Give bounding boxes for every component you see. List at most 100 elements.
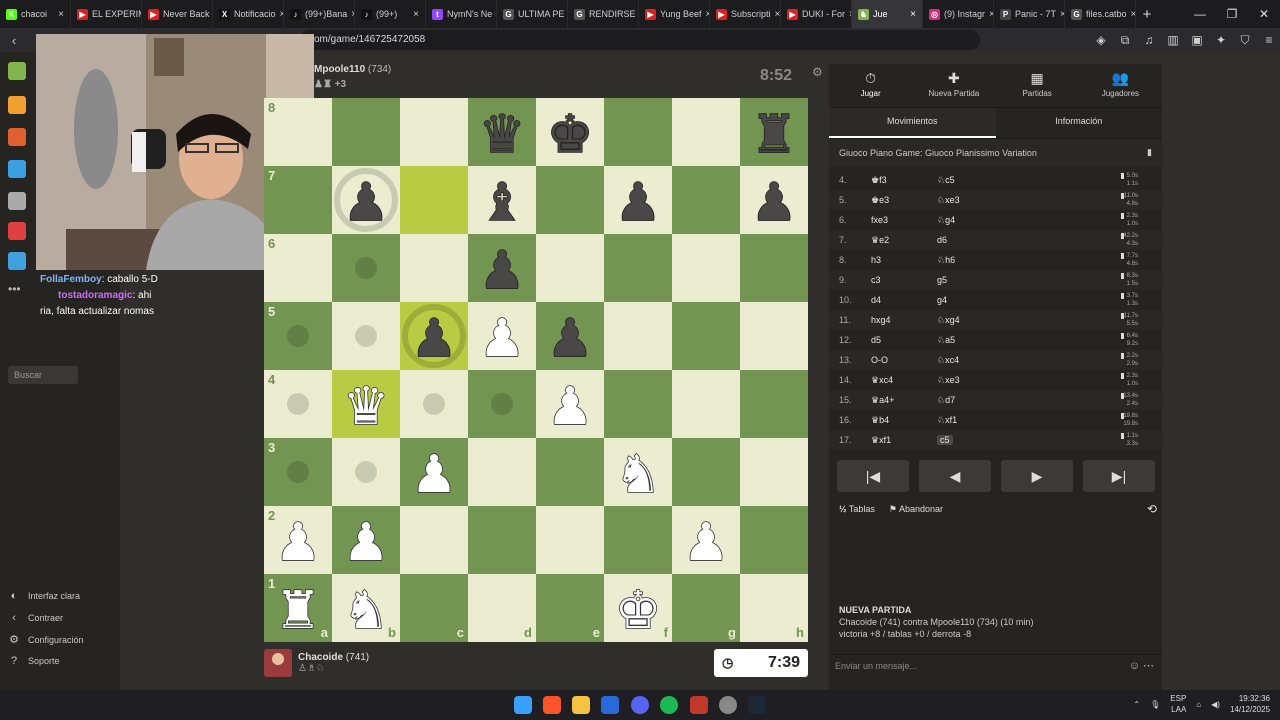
board-square-d6[interactable]: ♟ xyxy=(468,234,536,302)
browser-tab[interactable]: ♞ Jue × xyxy=(852,0,923,28)
board-square-f2[interactable] xyxy=(604,506,672,574)
black-pawn-piece[interactable]: ♟ xyxy=(540,306,600,366)
white-move[interactable]: h3 xyxy=(871,255,881,265)
board-square-a3[interactable]: 3 xyxy=(264,438,332,506)
board-square-a7[interactable]: 7 xyxy=(264,166,332,234)
close-tab-icon[interactable]: × xyxy=(413,9,419,20)
close-tab-icon[interactable]: × xyxy=(910,9,916,20)
url-field[interactable]: om/game/146725472058 xyxy=(300,30,980,50)
opponent-name[interactable]: Mpoole110 xyxy=(314,64,365,75)
board-square-e5[interactable]: ♟ xyxy=(536,302,604,370)
board-square-d4[interactable] xyxy=(468,370,536,438)
avatar[interactable] xyxy=(264,649,292,677)
white-move[interactable]: ♛xf1 xyxy=(871,435,891,446)
black-move[interactable]: g4 xyxy=(937,295,947,305)
board-square-f1[interactable]: f ♚ xyxy=(604,574,672,642)
black-move[interactable]: ♘d7 xyxy=(937,395,955,406)
black-queen-piece[interactable]: ♛ xyxy=(472,102,532,162)
board-square-h7[interactable]: ♟ xyxy=(740,166,808,234)
network-icon[interactable]: ⌂ xyxy=(1196,700,1201,709)
panel-tab-3[interactable]: 👥 Jugadores xyxy=(1079,64,1162,107)
black-king-piece[interactable]: ♚ xyxy=(540,102,600,162)
board-square-c8[interactable] xyxy=(400,98,468,166)
board-square-e7[interactable] xyxy=(536,166,604,234)
board-square-e3[interactable] xyxy=(536,438,604,506)
emoji-icon[interactable]: ☺ ⋯ xyxy=(1129,655,1154,677)
steam-icon[interactable] xyxy=(748,696,766,714)
new-tab-button[interactable]: + xyxy=(1136,6,1158,23)
nav-light-ui[interactable]: ◐ Interfaz clara xyxy=(8,590,80,602)
close-window-icon[interactable]: ✕ xyxy=(1248,0,1280,28)
extensions-icon[interactable]: ⧉ xyxy=(1118,33,1132,48)
board-square-c7[interactable] xyxy=(400,166,468,234)
white-knight-piece[interactable]: ♞ xyxy=(608,442,668,502)
board-square-b3[interactable] xyxy=(332,438,400,506)
nav-collapse[interactable]: ‹ Contraer xyxy=(8,612,63,624)
board-square-b5[interactable] xyxy=(332,302,400,370)
black-move[interactable]: ♘xe3 xyxy=(937,375,960,386)
white-pawn-piece[interactable]: ♟ xyxy=(472,306,532,366)
white-move[interactable]: ♛a4+ xyxy=(871,395,894,406)
black-move[interactable]: g5 xyxy=(937,275,947,285)
panel-tab-1[interactable]: ✚ Nueva Partida xyxy=(912,64,995,107)
windows-start-icon[interactable] xyxy=(514,696,532,714)
black-move[interactable]: ♘xf1 xyxy=(937,415,957,426)
discord-icon[interactable] xyxy=(631,696,649,714)
input-language[interactable]: ESP LAA xyxy=(1170,693,1186,715)
black-pawn-piece[interactable]: ♟ xyxy=(472,238,532,298)
white-pawn-piece[interactable]: ♟ xyxy=(268,510,328,570)
black-move[interactable]: ♘h6 xyxy=(937,255,955,266)
white-move[interactable]: ♛b4 xyxy=(871,415,889,426)
draw-button[interactable]: ½ Tablas xyxy=(839,504,875,514)
white-pawn-piece[interactable]: ♟ xyxy=(540,374,600,434)
black-move[interactable]: ♘g4 xyxy=(937,215,955,226)
browser-tab[interactable]: ▶DUKI - For× xyxy=(781,0,852,28)
player-name[interactable]: Chacoide xyxy=(298,652,343,663)
board-square-c4[interactable] xyxy=(400,370,468,438)
board-square-h3[interactable] xyxy=(740,438,808,506)
board-square-c5[interactable]: ♟ xyxy=(400,302,468,370)
next-move-button[interactable]: ▶ xyxy=(1001,460,1073,492)
app-icon[interactable] xyxy=(690,696,708,714)
tab-info[interactable]: Información xyxy=(996,108,1163,138)
restore-icon[interactable]: ❐ xyxy=(1216,0,1248,28)
board-square-e4[interactable]: ♟ xyxy=(536,370,604,438)
shield-icon[interactable]: ⛉ xyxy=(1238,33,1252,48)
browser-tab[interactable]: PPanic - 7T× xyxy=(994,0,1065,28)
media-icon[interactable]: ♫ xyxy=(1142,33,1156,47)
last-move-button[interactable]: ▶| xyxy=(1083,460,1155,492)
white-move[interactable]: ♚f3 xyxy=(871,175,887,186)
board-square-g1[interactable]: g xyxy=(672,574,740,642)
browser-tab[interactable]: ♪ (99+) × xyxy=(355,0,426,28)
board-square-g4[interactable] xyxy=(672,370,740,438)
nav-settings[interactable]: ⚙ Configuración xyxy=(8,633,83,646)
black-pawn-piece[interactable]: ♟ xyxy=(744,170,804,230)
board-grid[interactable]: 8 ♛ ♚ ♜ 7 ♟ ♝ ♟ ♟ 6 ♟ 5 ♟ ♟ ♟ 4 ♛ ♟ 3 ♟ ♞ 2 ♟ ♟ ♟ 1 a ♜ b ♞ c d e f ♚ g h xyxy=(264,98,808,642)
first-move-button[interactable]: |◀ xyxy=(837,460,909,492)
board-square-d3[interactable] xyxy=(468,438,536,506)
black-move[interactable]: ♘xg4 xyxy=(937,315,960,326)
board-square-a5[interactable]: 5 xyxy=(264,302,332,370)
panel-tab-0[interactable]: ⏱ Jugar xyxy=(829,64,912,107)
browser-tab[interactable]: tNymN's Ne× xyxy=(426,0,497,28)
learn-icon[interactable] xyxy=(8,160,26,178)
board-square-e8[interactable]: ♚ xyxy=(536,98,604,166)
white-pawn-piece[interactable]: ♟ xyxy=(336,510,396,570)
board-square-f8[interactable] xyxy=(604,98,672,166)
obs-icon[interactable] xyxy=(719,696,737,714)
board-square-g2[interactable]: ♟ xyxy=(672,506,740,574)
board-square-c2[interactable] xyxy=(400,506,468,574)
black-move[interactable]: c5 xyxy=(937,435,953,445)
board-square-f5[interactable] xyxy=(604,302,672,370)
black-move[interactable]: d6 xyxy=(937,235,947,245)
white-rook-piece[interactable]: ♜ xyxy=(268,578,328,638)
menu-icon[interactable]: ≡ xyxy=(1262,33,1276,47)
white-move[interactable]: fxe3 xyxy=(871,215,888,225)
browser-tab[interactable]: ▶ Subscripti × xyxy=(710,0,781,28)
board-square-d8[interactable]: ♛ xyxy=(468,98,536,166)
browser-tab[interactable]: Kchacoi × xyxy=(0,0,71,28)
puzzles-icon[interactable] xyxy=(8,128,26,146)
white-move[interactable]: d5 xyxy=(871,335,881,345)
black-pawn-piece[interactable]: ♟ xyxy=(404,306,464,366)
board-square-h2[interactable] xyxy=(740,506,808,574)
